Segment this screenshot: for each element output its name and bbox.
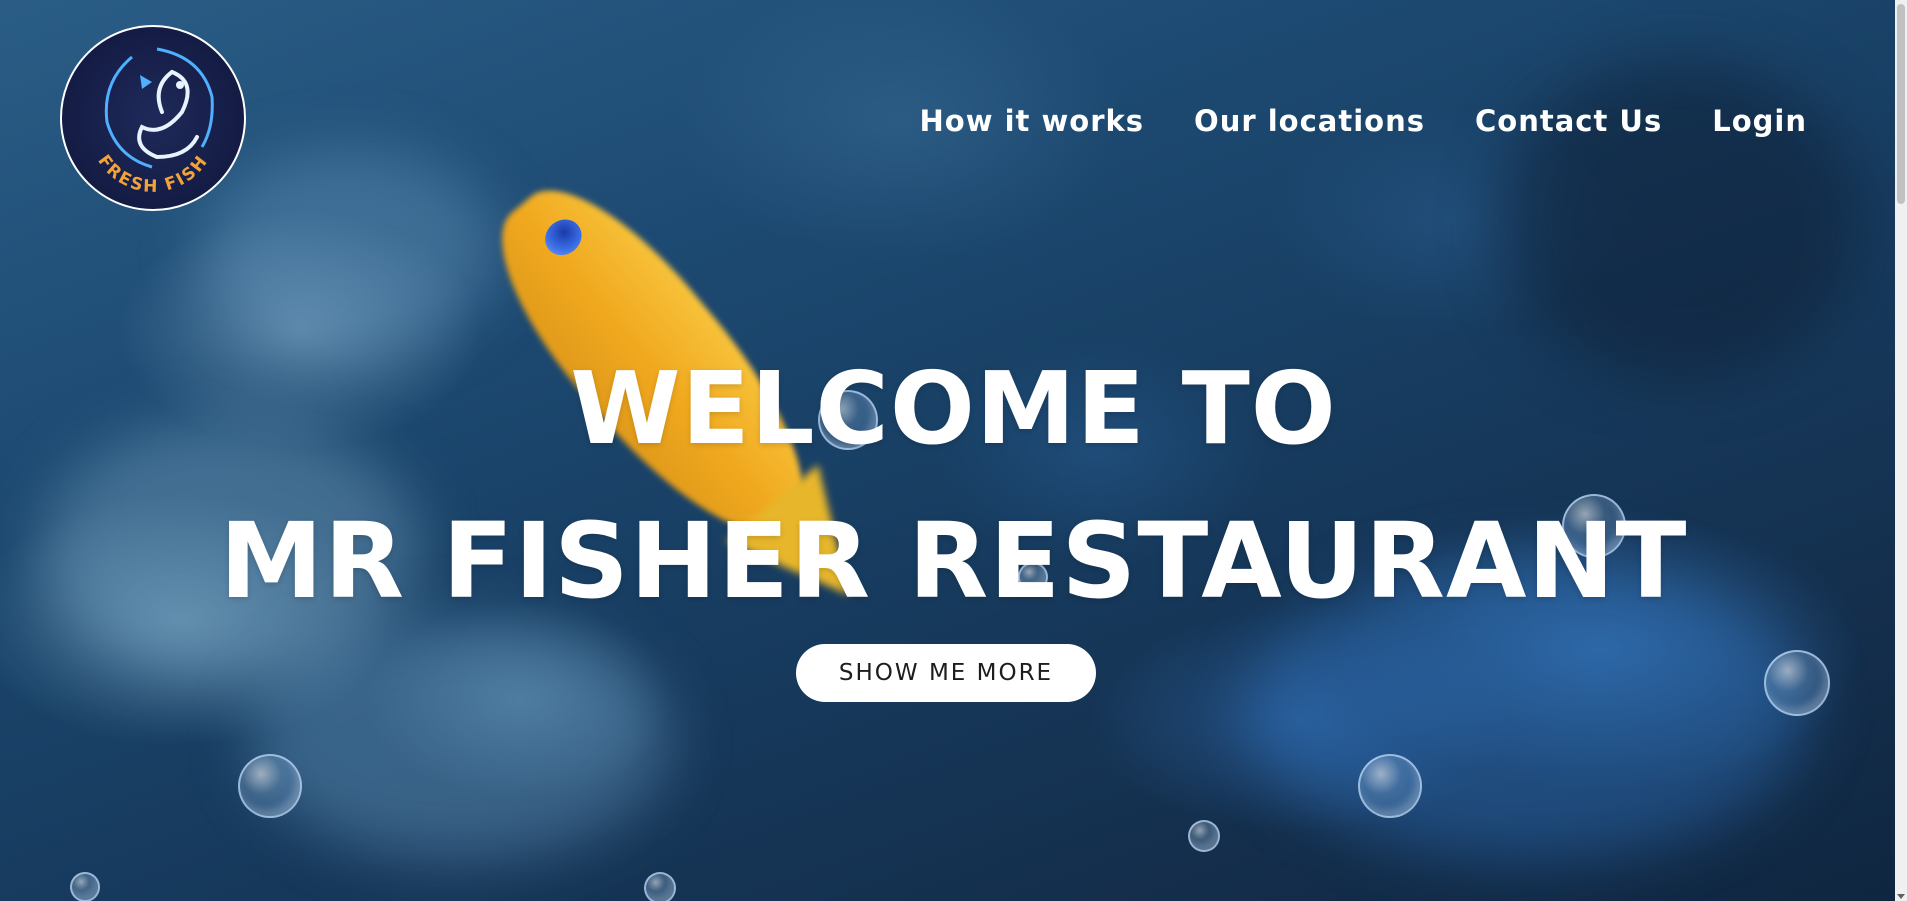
hero-title-line2: MR FISHER RESTAURANT <box>219 500 1688 622</box>
main-navigation: How it works Our locations Contact Us Lo… <box>920 104 1808 138</box>
nav-contact-us[interactable]: Contact Us <box>1475 104 1662 138</box>
background-rock <box>250 620 670 860</box>
hero-section: FRESH FISH How it works Our locations Co… <box>0 0 1907 901</box>
scroll-down-arrow-icon[interactable] <box>1897 894 1905 899</box>
bubble <box>70 872 100 901</box>
bubble <box>1188 820 1220 852</box>
fresh-fish-logo[interactable]: FRESH FISH <box>60 25 246 211</box>
hero-title-line1: WELCOME TO <box>570 350 1337 467</box>
nav-how-it-works[interactable]: How it works <box>920 104 1145 138</box>
nav-login[interactable]: Login <box>1712 104 1807 138</box>
show-me-more-button[interactable]: SHOW ME MORE <box>796 644 1096 702</box>
scrollbar-thumb[interactable] <box>1897 4 1905 204</box>
bubble <box>644 872 676 901</box>
nav-our-locations[interactable]: Our locations <box>1194 104 1425 138</box>
fish-logo-icon: FRESH FISH <box>93 47 214 197</box>
bubble <box>238 754 302 818</box>
bubble <box>1764 650 1830 716</box>
logo-text: FRESH FISH <box>93 151 212 197</box>
bubble <box>1358 754 1422 818</box>
vertical-scrollbar[interactable] <box>1895 0 1907 901</box>
